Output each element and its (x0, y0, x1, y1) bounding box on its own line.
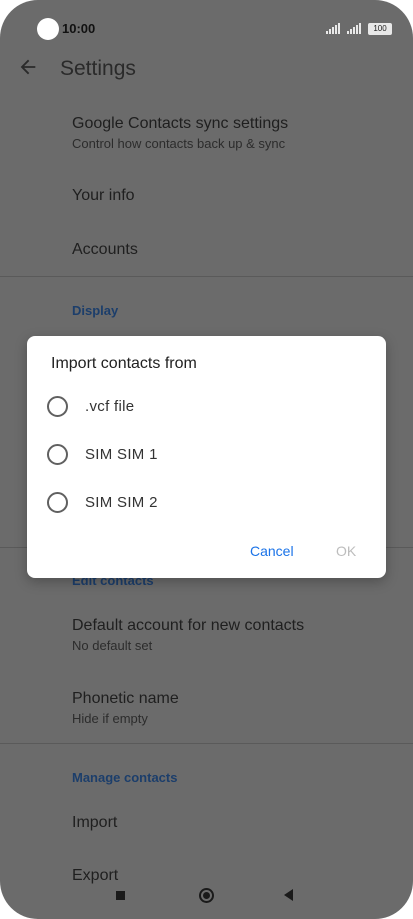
dialog-title: Import contacts from (51, 355, 197, 372)
item-title: Google Contacts sync settings (72, 115, 289, 132)
phonetic-name-item[interactable]: Phonetic name Hide if empty (72, 690, 179, 726)
back-triangle-icon[interactable] (284, 889, 293, 901)
back-arrow-icon[interactable] (17, 56, 39, 78)
navigation-bar (0, 882, 413, 912)
import-contacts-dialog: Import contacts from .vcf file SIM SIM 1… (27, 336, 386, 578)
item-subtitle: Control how contacts back up & sync (72, 136, 286, 151)
item-title: Accounts (72, 241, 138, 258)
display-section-header: Display (72, 303, 119, 318)
import-item[interactable]: Import (72, 814, 117, 832)
battery-icon: 100 (368, 23, 392, 35)
item-title: Import (72, 814, 118, 831)
signal-icon (347, 23, 361, 34)
item-title: Phonetic name (72, 690, 179, 707)
divider (0, 276, 413, 277)
phone-screen: 10:00 100 Settings Google Contacts sync … (0, 0, 413, 919)
option-sim-2[interactable]: SIM SIM 2 (47, 487, 367, 517)
radio-button[interactable] (47, 443, 68, 465)
page-title: Settings (60, 57, 136, 80)
signal-icon (326, 23, 340, 34)
home-icon[interactable] (199, 888, 214, 903)
accounts-item[interactable]: Accounts (72, 241, 138, 259)
your-info-item[interactable]: Your info (72, 187, 135, 205)
option-sim-1[interactable]: SIM SIM 1 (47, 439, 367, 469)
option-label: SIM SIM 2 (85, 493, 158, 511)
manage-contacts-section-header: Manage contacts (72, 770, 178, 785)
item-title: Default account for new contacts (72, 617, 305, 634)
option-label: SIM SIM 1 (85, 445, 158, 463)
recent-apps-icon[interactable] (116, 891, 125, 900)
option-label: .vcf file (85, 397, 135, 415)
item-subtitle: Hide if empty (72, 711, 148, 726)
cancel-button[interactable]: Cancel (250, 543, 294, 559)
item-title: Your info (72, 187, 135, 204)
option-vcf-file[interactable]: .vcf file (47, 391, 367, 421)
default-account-item[interactable]: Default account for new contacts No defa… (72, 617, 304, 653)
google-sync-settings-item[interactable]: Google Contacts sync settings Control ho… (72, 115, 288, 151)
radio-button[interactable] (47, 395, 68, 417)
front-camera (37, 18, 59, 40)
item-subtitle: No default set (72, 638, 153, 653)
status-time: 10:00 (62, 21, 96, 36)
status-bar: 10:00 100 (0, 0, 413, 58)
ok-button[interactable]: OK (336, 543, 356, 559)
divider (0, 743, 413, 744)
radio-button[interactable] (47, 491, 68, 513)
